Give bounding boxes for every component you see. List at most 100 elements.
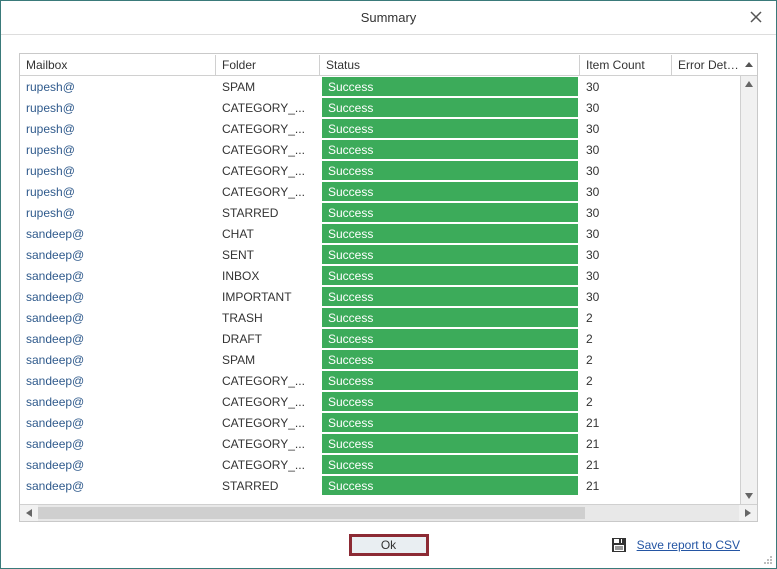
- cell-error-details: [672, 286, 740, 307]
- status-badge: Success: [322, 476, 578, 495]
- cell-mailbox: rupesh@: [20, 202, 216, 223]
- scroll-down-icon[interactable]: [741, 488, 757, 504]
- status-badge: Success: [322, 308, 578, 327]
- status-badge: Success: [322, 140, 578, 159]
- cell-item-count: 30: [580, 223, 672, 244]
- grid-body: rupesh@SPAMSuccess30rupesh@CATEGORY_...S…: [20, 76, 740, 504]
- cell-item-count: 21: [580, 412, 672, 433]
- cell-folder: CATEGORY_...: [216, 370, 320, 391]
- table-row[interactable]: rupesh@CATEGORY_...Success30: [20, 97, 740, 118]
- cell-status: Success: [320, 244, 580, 265]
- table-row[interactable]: sandeep@SENTSuccess30: [20, 244, 740, 265]
- cell-item-count: 2: [580, 349, 672, 370]
- column-header-status[interactable]: Status: [320, 55, 580, 75]
- cell-item-count: 30: [580, 244, 672, 265]
- cell-item-count: 2: [580, 307, 672, 328]
- status-badge: Success: [322, 266, 578, 285]
- close-button[interactable]: [746, 7, 766, 27]
- cell-status: Success: [320, 160, 580, 181]
- column-header-folder[interactable]: Folder: [216, 55, 320, 75]
- cell-status: Success: [320, 265, 580, 286]
- cell-status: Success: [320, 391, 580, 412]
- table-row[interactable]: rupesh@CATEGORY_...Success30: [20, 118, 740, 139]
- status-badge: Success: [322, 77, 578, 96]
- table-row[interactable]: sandeep@CATEGORY_...Success21: [20, 433, 740, 454]
- column-header-item-count[interactable]: Item Count: [580, 55, 672, 75]
- table-row[interactable]: sandeep@INBOXSuccess30: [20, 265, 740, 286]
- table-row[interactable]: rupesh@CATEGORY_...Success30: [20, 139, 740, 160]
- table-row[interactable]: rupesh@SPAMSuccess30: [20, 76, 740, 97]
- scroll-right-icon[interactable]: [739, 509, 757, 517]
- vertical-scrollbar[interactable]: [740, 76, 757, 504]
- cell-item-count: 30: [580, 265, 672, 286]
- cell-error-details: [672, 244, 740, 265]
- cell-error-details: [672, 202, 740, 223]
- cell-mailbox: rupesh@: [20, 97, 216, 118]
- ok-button[interactable]: Ok: [349, 534, 429, 556]
- cell-mailbox: sandeep@: [20, 391, 216, 412]
- table-row[interactable]: sandeep@SPAMSuccess2: [20, 349, 740, 370]
- hscroll-track[interactable]: [38, 505, 739, 521]
- table-row[interactable]: sandeep@CHATSuccess30: [20, 223, 740, 244]
- table-row[interactable]: sandeep@CATEGORY_...Success21: [20, 412, 740, 433]
- table-row[interactable]: sandeep@STARREDSuccess21: [20, 475, 740, 496]
- table-row[interactable]: sandeep@DRAFTSuccess2: [20, 328, 740, 349]
- cell-folder: CATEGORY_...: [216, 391, 320, 412]
- table-row[interactable]: sandeep@TRASHSuccess2: [20, 307, 740, 328]
- cell-error-details: [672, 454, 740, 475]
- cell-folder: SPAM: [216, 349, 320, 370]
- cell-error-details: [672, 76, 740, 97]
- status-badge: Success: [322, 161, 578, 180]
- footer: Ok Save report to CSV: [19, 522, 758, 568]
- table-row[interactable]: rupesh@STARREDSuccess30: [20, 202, 740, 223]
- table-row[interactable]: sandeep@CATEGORY_...Success2: [20, 391, 740, 412]
- cell-item-count: 30: [580, 160, 672, 181]
- status-badge: Success: [322, 413, 578, 432]
- table-row[interactable]: sandeep@CATEGORY_...Success2: [20, 370, 740, 391]
- cell-error-details: [672, 349, 740, 370]
- scroll-left-icon[interactable]: [20, 509, 38, 517]
- cell-folder: CATEGORY_...: [216, 97, 320, 118]
- cell-folder: IMPORTANT: [216, 286, 320, 307]
- cell-mailbox: sandeep@: [20, 370, 216, 391]
- table-row[interactable]: sandeep@CATEGORY_...Success21: [20, 454, 740, 475]
- cell-item-count: 2: [580, 328, 672, 349]
- cell-status: Success: [320, 412, 580, 433]
- column-header-error-details[interactable]: Error Details: [672, 55, 757, 75]
- table-row[interactable]: rupesh@CATEGORY_...Success30: [20, 181, 740, 202]
- cell-item-count: 2: [580, 370, 672, 391]
- cell-status: Success: [320, 181, 580, 202]
- cell-folder: TRASH: [216, 307, 320, 328]
- cell-error-details: [672, 412, 740, 433]
- content-area: Mailbox Folder Status Item Count Error D…: [1, 35, 776, 568]
- summary-grid: Mailbox Folder Status Item Count Error D…: [19, 53, 758, 522]
- cell-mailbox: rupesh@: [20, 118, 216, 139]
- cell-folder: CATEGORY_...: [216, 181, 320, 202]
- cell-item-count: 2: [580, 391, 672, 412]
- cell-status: Success: [320, 454, 580, 475]
- cell-status: Success: [320, 370, 580, 391]
- horizontal-scrollbar[interactable]: [20, 504, 757, 521]
- table-row[interactable]: sandeep@IMPORTANTSuccess30: [20, 286, 740, 307]
- resize-grip-icon[interactable]: [763, 555, 773, 565]
- cell-mailbox: sandeep@: [20, 454, 216, 475]
- cell-status: Success: [320, 307, 580, 328]
- status-badge: Success: [322, 371, 578, 390]
- table-row[interactable]: rupesh@CATEGORY_...Success30: [20, 160, 740, 181]
- ok-button-label: Ok: [381, 538, 396, 552]
- cell-item-count: 30: [580, 202, 672, 223]
- cell-folder: INBOX: [216, 265, 320, 286]
- grid-header: Mailbox Folder Status Item Count Error D…: [20, 54, 757, 76]
- hscroll-thumb[interactable]: [38, 507, 585, 519]
- cell-status: Success: [320, 433, 580, 454]
- save-report-link[interactable]: Save report to CSV: [637, 538, 740, 552]
- cell-mailbox: rupesh@: [20, 181, 216, 202]
- titlebar: Summary: [1, 1, 776, 35]
- scroll-up-icon[interactable]: [741, 76, 757, 92]
- column-header-mailbox[interactable]: Mailbox: [20, 55, 216, 75]
- cell-item-count: 30: [580, 181, 672, 202]
- status-badge: Success: [322, 392, 578, 411]
- cell-mailbox: sandeep@: [20, 223, 216, 244]
- status-badge: Success: [322, 434, 578, 453]
- cell-status: Success: [320, 328, 580, 349]
